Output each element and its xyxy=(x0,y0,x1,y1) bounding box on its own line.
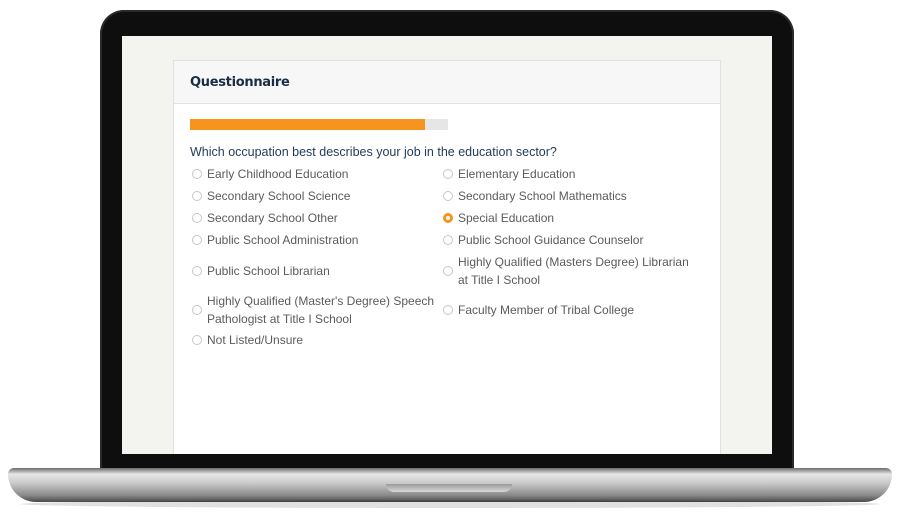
questionnaire-card: Questionnaire Which occupation best desc… xyxy=(173,60,721,454)
laptop-shadow xyxy=(20,500,880,508)
option-label: Public School Librarian xyxy=(207,263,330,278)
question-text: Which occupation best describes your job… xyxy=(190,145,557,159)
option-radio[interactable]: Public School Guidance Counselor xyxy=(443,229,694,251)
laptop-lid: Questionnaire Which occupation best desc… xyxy=(100,10,794,472)
option-label: Elementary Education xyxy=(458,167,576,181)
radio-icon[interactable] xyxy=(443,304,453,315)
options-list: Early Childhood Education Elementary Educ… xyxy=(192,163,712,351)
option-label: Special Education xyxy=(458,211,555,225)
option-label: Secondary School Other xyxy=(207,211,338,225)
radio-icon[interactable] xyxy=(443,191,453,201)
option-radio[interactable]: Secondary School Other xyxy=(192,207,443,229)
radio-icon[interactable] xyxy=(192,335,202,345)
progress-fill xyxy=(190,119,425,130)
option-radio[interactable]: Special Education xyxy=(443,207,694,229)
option-label: Secondary School Science xyxy=(207,189,351,203)
card-header: Questionnaire xyxy=(174,61,720,104)
option-label: Secondary School Mathematics xyxy=(458,189,627,203)
laptop-notch xyxy=(386,484,512,492)
option-radio[interactable]: Highly Qualified (Master's Degree) Speec… xyxy=(192,290,443,329)
option-label: Public School Guidance Counselor xyxy=(458,233,644,247)
option-radio[interactable]: Public School Administration xyxy=(192,229,443,251)
option-label: Early Childhood Education xyxy=(207,167,349,181)
laptop-screen: Questionnaire Which occupation best desc… xyxy=(122,36,772,454)
radio-icon[interactable] xyxy=(443,265,453,276)
option-radio[interactable]: Not Listed/Unsure xyxy=(192,329,443,351)
option-radio[interactable]: Early Childhood Education xyxy=(192,163,443,185)
radio-selected-icon[interactable] xyxy=(443,213,453,223)
option-label: Faculty Member of Tribal College xyxy=(458,302,635,317)
option-radio[interactable]: Secondary School Mathematics xyxy=(443,185,694,207)
radio-icon[interactable] xyxy=(443,169,453,179)
radio-icon[interactable] xyxy=(443,235,453,245)
radio-icon[interactable] xyxy=(192,191,202,201)
option-label: Highly Qualified (Masters Degree) Librar… xyxy=(458,254,689,287)
option-radio[interactable]: Highly Qualified (Masters Degree) Librar… xyxy=(443,251,694,290)
radio-icon[interactable] xyxy=(192,235,202,245)
option-label: Highly Qualified (Master's Degree) Speec… xyxy=(207,293,435,326)
option-radio[interactable]: Faculty Member of Tribal College xyxy=(443,290,694,329)
radio-icon[interactable] xyxy=(192,265,202,276)
option-label: Public School Administration xyxy=(207,233,359,247)
option-label: Not Listed/Unsure xyxy=(207,333,304,347)
progress-bar xyxy=(190,119,448,130)
radio-icon[interactable] xyxy=(192,304,202,315)
card-title: Questionnaire xyxy=(190,74,290,90)
option-radio[interactable]: Public School Librarian xyxy=(192,251,443,290)
option-radio[interactable]: Elementary Education xyxy=(443,163,694,185)
radio-icon[interactable] xyxy=(192,213,202,223)
radio-icon[interactable] xyxy=(192,169,202,179)
option-radio[interactable]: Secondary School Science xyxy=(192,185,443,207)
